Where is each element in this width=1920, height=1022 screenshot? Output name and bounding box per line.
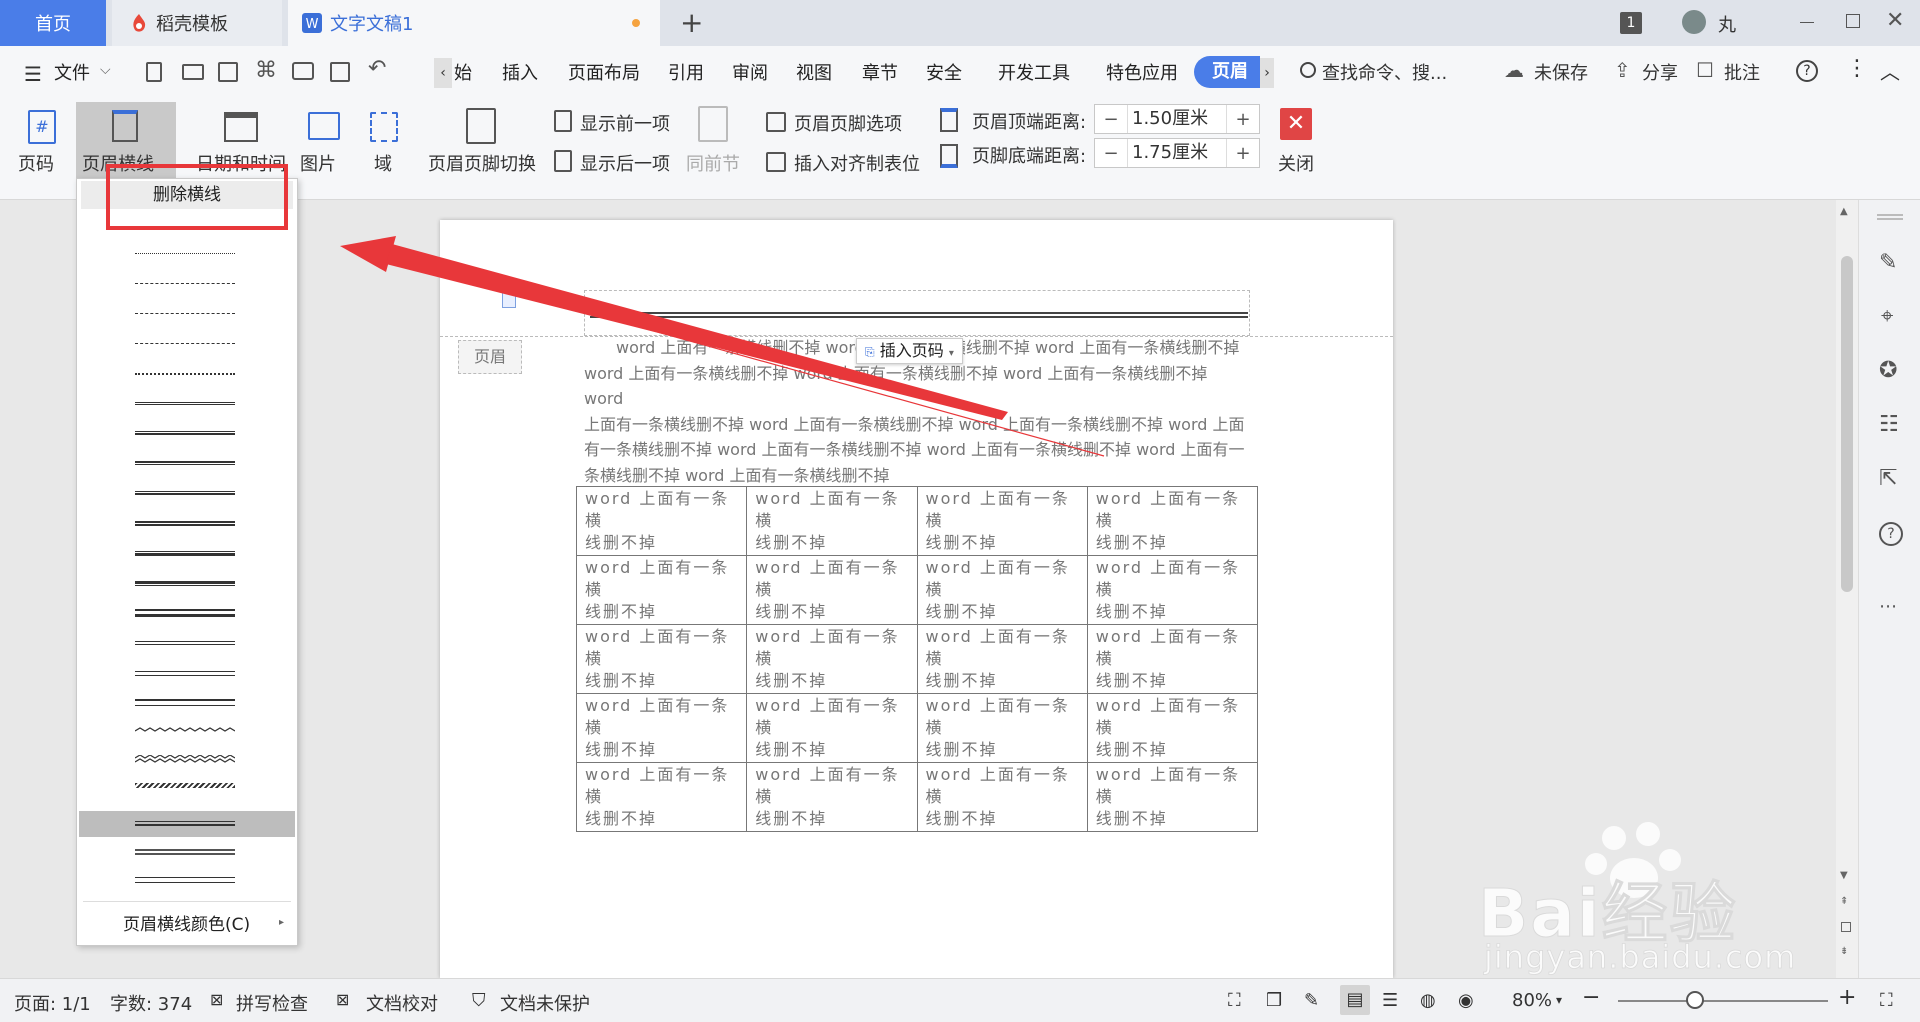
watermark-url: jingyan.baidu.com [1484,938,1797,977]
baidu-watermark: Bai经验 jingyan.baidu.com [1470,820,1890,980]
